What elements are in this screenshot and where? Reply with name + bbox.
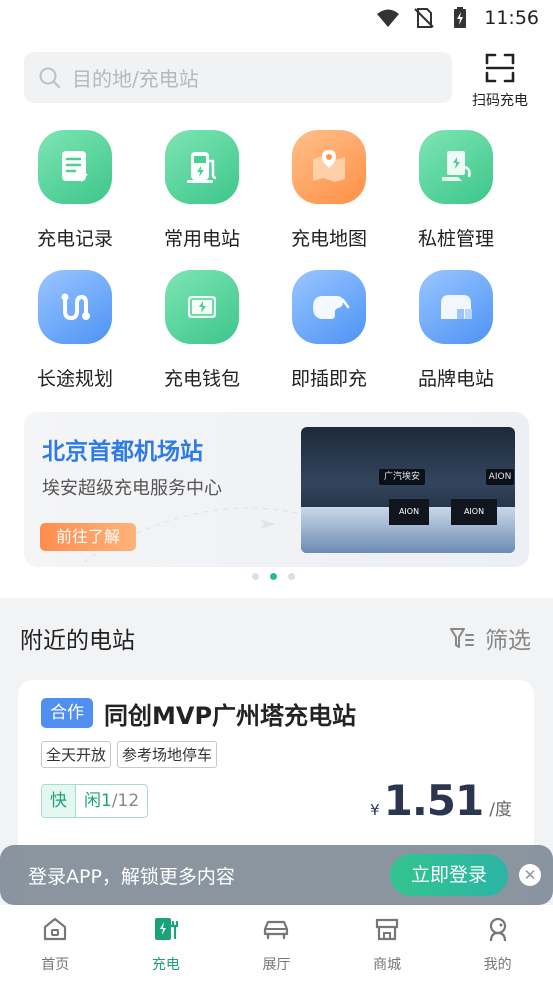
filter-button[interactable]: 筛选	[449, 621, 531, 655]
price-value: 1.51	[383, 776, 485, 825]
carousel-indicator	[252, 573, 295, 580]
station-tag: 全天开放	[41, 741, 112, 768]
grid-item-label: 充电地图	[290, 228, 367, 250]
nearby-title: 附近的电站	[20, 628, 135, 654]
map-icon	[292, 130, 366, 204]
tab-label: 充电	[151, 957, 180, 973]
photo-booth: AION	[389, 499, 429, 525]
idle-count: 闲1/12	[76, 785, 147, 817]
tab-profile[interactable]: 我的	[442, 905, 553, 983]
banner-photo: 广汽埃安 AION AION AION	[301, 427, 515, 553]
status-bar: 11:56	[0, 0, 553, 40]
login-prompt-bar: 登录APP，解锁更多内容 立即登录 ✕	[0, 845, 553, 905]
tab-store[interactable]: 商城	[332, 905, 443, 983]
close-icon[interactable]: ✕	[519, 864, 541, 886]
price-unit: /度	[489, 800, 512, 820]
clock: 11:56	[484, 7, 539, 29]
login-now-button[interactable]: 立即登录	[390, 854, 508, 896]
currency-symbol: ¥	[370, 801, 380, 819]
grid-item-label: 私桩管理	[417, 228, 494, 250]
battery-charging-icon	[454, 7, 467, 28]
grid-item-charge-record[interactable]: 充电记录	[20, 130, 130, 251]
charge-icon	[154, 918, 178, 940]
grid-item-label: 充电钱包	[163, 368, 240, 390]
tab-label: 展厅	[262, 957, 291, 973]
record-icon	[38, 130, 112, 204]
home-icon	[44, 917, 67, 941]
plug-icon	[292, 270, 366, 344]
photo-booth: AION	[451, 499, 497, 525]
grid-item-charge-map[interactable]: 充电地图	[274, 130, 384, 251]
grid-item-label: 长途规划	[36, 368, 113, 390]
scan-icon	[485, 53, 515, 83]
promo-banner[interactable]: 北京首都机场站 埃安超级充电服务中心 前往了解 广汽埃安 AION AION A…	[24, 412, 529, 567]
brand-station-icon	[419, 270, 493, 344]
tab-home[interactable]: 首页	[0, 905, 111, 983]
search-icon	[39, 67, 61, 88]
tab-label: 商城	[373, 957, 402, 973]
scan-charge-label: 扫码充电	[472, 93, 528, 109]
fast-charger-availability: 快 闲1/12	[41, 784, 149, 818]
learn-more-button[interactable]: 前往了解	[40, 523, 136, 551]
search-placeholder: 目的地/充电站	[72, 67, 199, 91]
partner-badge: 合作	[41, 698, 93, 728]
filter-label: 筛选	[485, 628, 531, 654]
scan-charge-button[interactable]: 扫码充电	[468, 50, 532, 109]
carousel-dot-active[interactable]	[270, 573, 277, 580]
private-pile-icon	[419, 130, 493, 204]
carousel-dot[interactable]	[288, 573, 295, 580]
grid-item-wallet[interactable]: 充电钱包	[147, 270, 257, 391]
wifi-icon	[377, 9, 400, 27]
station-tag: 参考场地停车	[117, 741, 218, 768]
route-icon	[38, 270, 112, 344]
tab-showroom[interactable]: 展厅	[221, 905, 332, 983]
no-sim-icon	[414, 8, 434, 28]
carousel-dot[interactable]	[252, 573, 259, 580]
grid-item-label: 充电记录	[36, 228, 113, 250]
search-bar[interactable]: 目的地/充电站	[24, 52, 452, 103]
grid-item-plug-and-charge[interactable]: 即插即充	[274, 270, 384, 391]
bottom-tab-bar: 首页 充电 展厅 商城 我的	[0, 905, 553, 983]
grid-item-favorite-stations[interactable]: 常用电站	[147, 130, 257, 251]
charger-icon	[165, 130, 239, 204]
tab-label: 首页	[41, 957, 70, 973]
tab-label: 我的	[483, 957, 512, 973]
car-icon	[264, 920, 289, 940]
photo-sign: 广汽埃安	[379, 469, 425, 485]
filter-icon	[450, 628, 474, 648]
grid-item-label: 常用电站	[163, 228, 240, 250]
wallet-icon	[165, 270, 239, 344]
station-tags: 全天开放 参考场地停车	[41, 741, 218, 768]
station-name: 同创MVP广州塔充电站	[104, 702, 357, 730]
photo-sign: AION	[486, 469, 514, 485]
grid-item-route-plan[interactable]: 长途规划	[20, 270, 130, 391]
grid-item-label: 品牌电站	[417, 368, 494, 390]
grid-item-brand-station[interactable]: 品牌电站	[401, 270, 511, 391]
total-count: /12	[111, 791, 140, 811]
banner-subtitle: 埃安超级充电服务中心	[42, 478, 222, 499]
login-prompt-message: 登录APP，解锁更多内容	[28, 866, 235, 888]
idle-value: 闲1	[84, 791, 112, 811]
grid-item-private-pile[interactable]: 私桩管理	[401, 130, 511, 251]
profile-icon	[489, 917, 506, 942]
fast-label: 快	[42, 785, 76, 817]
banner-title: 北京首都机场站	[42, 439, 203, 465]
price: ¥ 1.51 /度	[370, 776, 512, 825]
grid-item-label: 即插即充	[290, 368, 367, 390]
store-icon	[375, 918, 399, 941]
tab-charge[interactable]: 充电	[111, 905, 222, 983]
